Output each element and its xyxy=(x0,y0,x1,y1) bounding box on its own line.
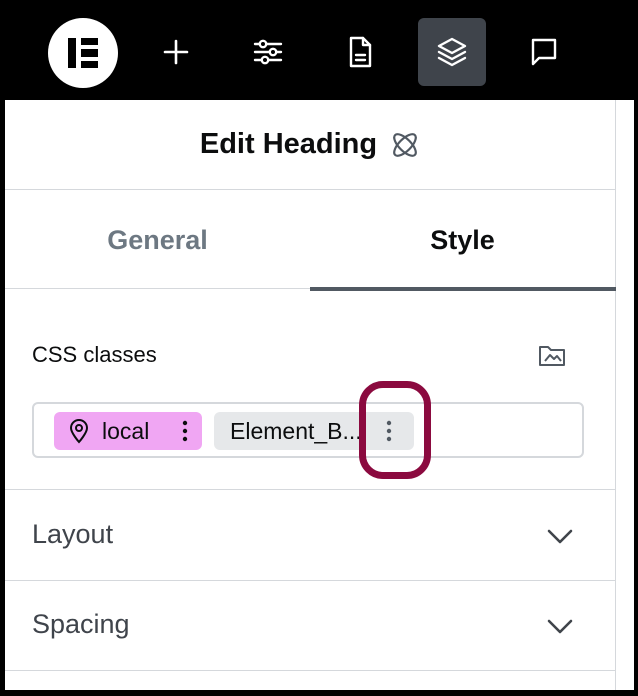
edit-panel: Edit Heading General Style CSS classes l… xyxy=(5,100,616,690)
tab-style[interactable]: Style xyxy=(310,191,616,291)
chevron-down-icon xyxy=(547,619,573,634)
panel-header: Edit Heading xyxy=(5,100,616,190)
layout-label: Layout xyxy=(32,519,114,549)
chevron-down-icon xyxy=(547,529,573,544)
panel-tabs: General Style xyxy=(5,191,616,291)
tab-general[interactable]: General xyxy=(5,191,310,289)
add-element-button[interactable] xyxy=(142,18,210,86)
notes-button[interactable] xyxy=(510,18,578,86)
elementor-logo[interactable] xyxy=(48,18,118,88)
site-settings-button[interactable] xyxy=(234,18,302,86)
frame-right xyxy=(634,100,638,696)
layers-icon xyxy=(437,37,467,67)
atomic-icon xyxy=(393,132,417,157)
more-vertical-icon[interactable] xyxy=(174,416,196,446)
frame-bottom xyxy=(0,690,638,696)
highlight-annotation xyxy=(359,381,431,479)
spacing-label: Spacing xyxy=(32,609,130,639)
structure-button[interactable] xyxy=(418,18,486,86)
layout-section[interactable]: Layout xyxy=(5,491,616,581)
map-pin-icon xyxy=(69,419,89,444)
sliders-icon xyxy=(253,39,283,65)
panel-title: Edit Heading xyxy=(199,128,378,160)
class-chip-label: local xyxy=(102,418,150,444)
page-settings-button[interactable] xyxy=(326,18,394,86)
css-classes-label: CSS classes xyxy=(32,342,157,367)
folder-icon[interactable] xyxy=(537,340,567,370)
spacing-section[interactable]: Spacing xyxy=(5,581,616,671)
page-icon xyxy=(349,36,372,68)
class-chip-local[interactable]: local xyxy=(54,412,202,450)
tab-style-label: Style xyxy=(430,224,495,255)
css-classes-selector[interactable]: local Element_B... xyxy=(32,402,584,458)
plus-icon xyxy=(163,39,189,65)
comment-icon xyxy=(531,38,557,66)
css-classes-section: CSS classes local Element_B... xyxy=(5,290,616,490)
class-chip-label: Element_B... xyxy=(230,418,362,444)
top-toolbar xyxy=(0,0,638,100)
